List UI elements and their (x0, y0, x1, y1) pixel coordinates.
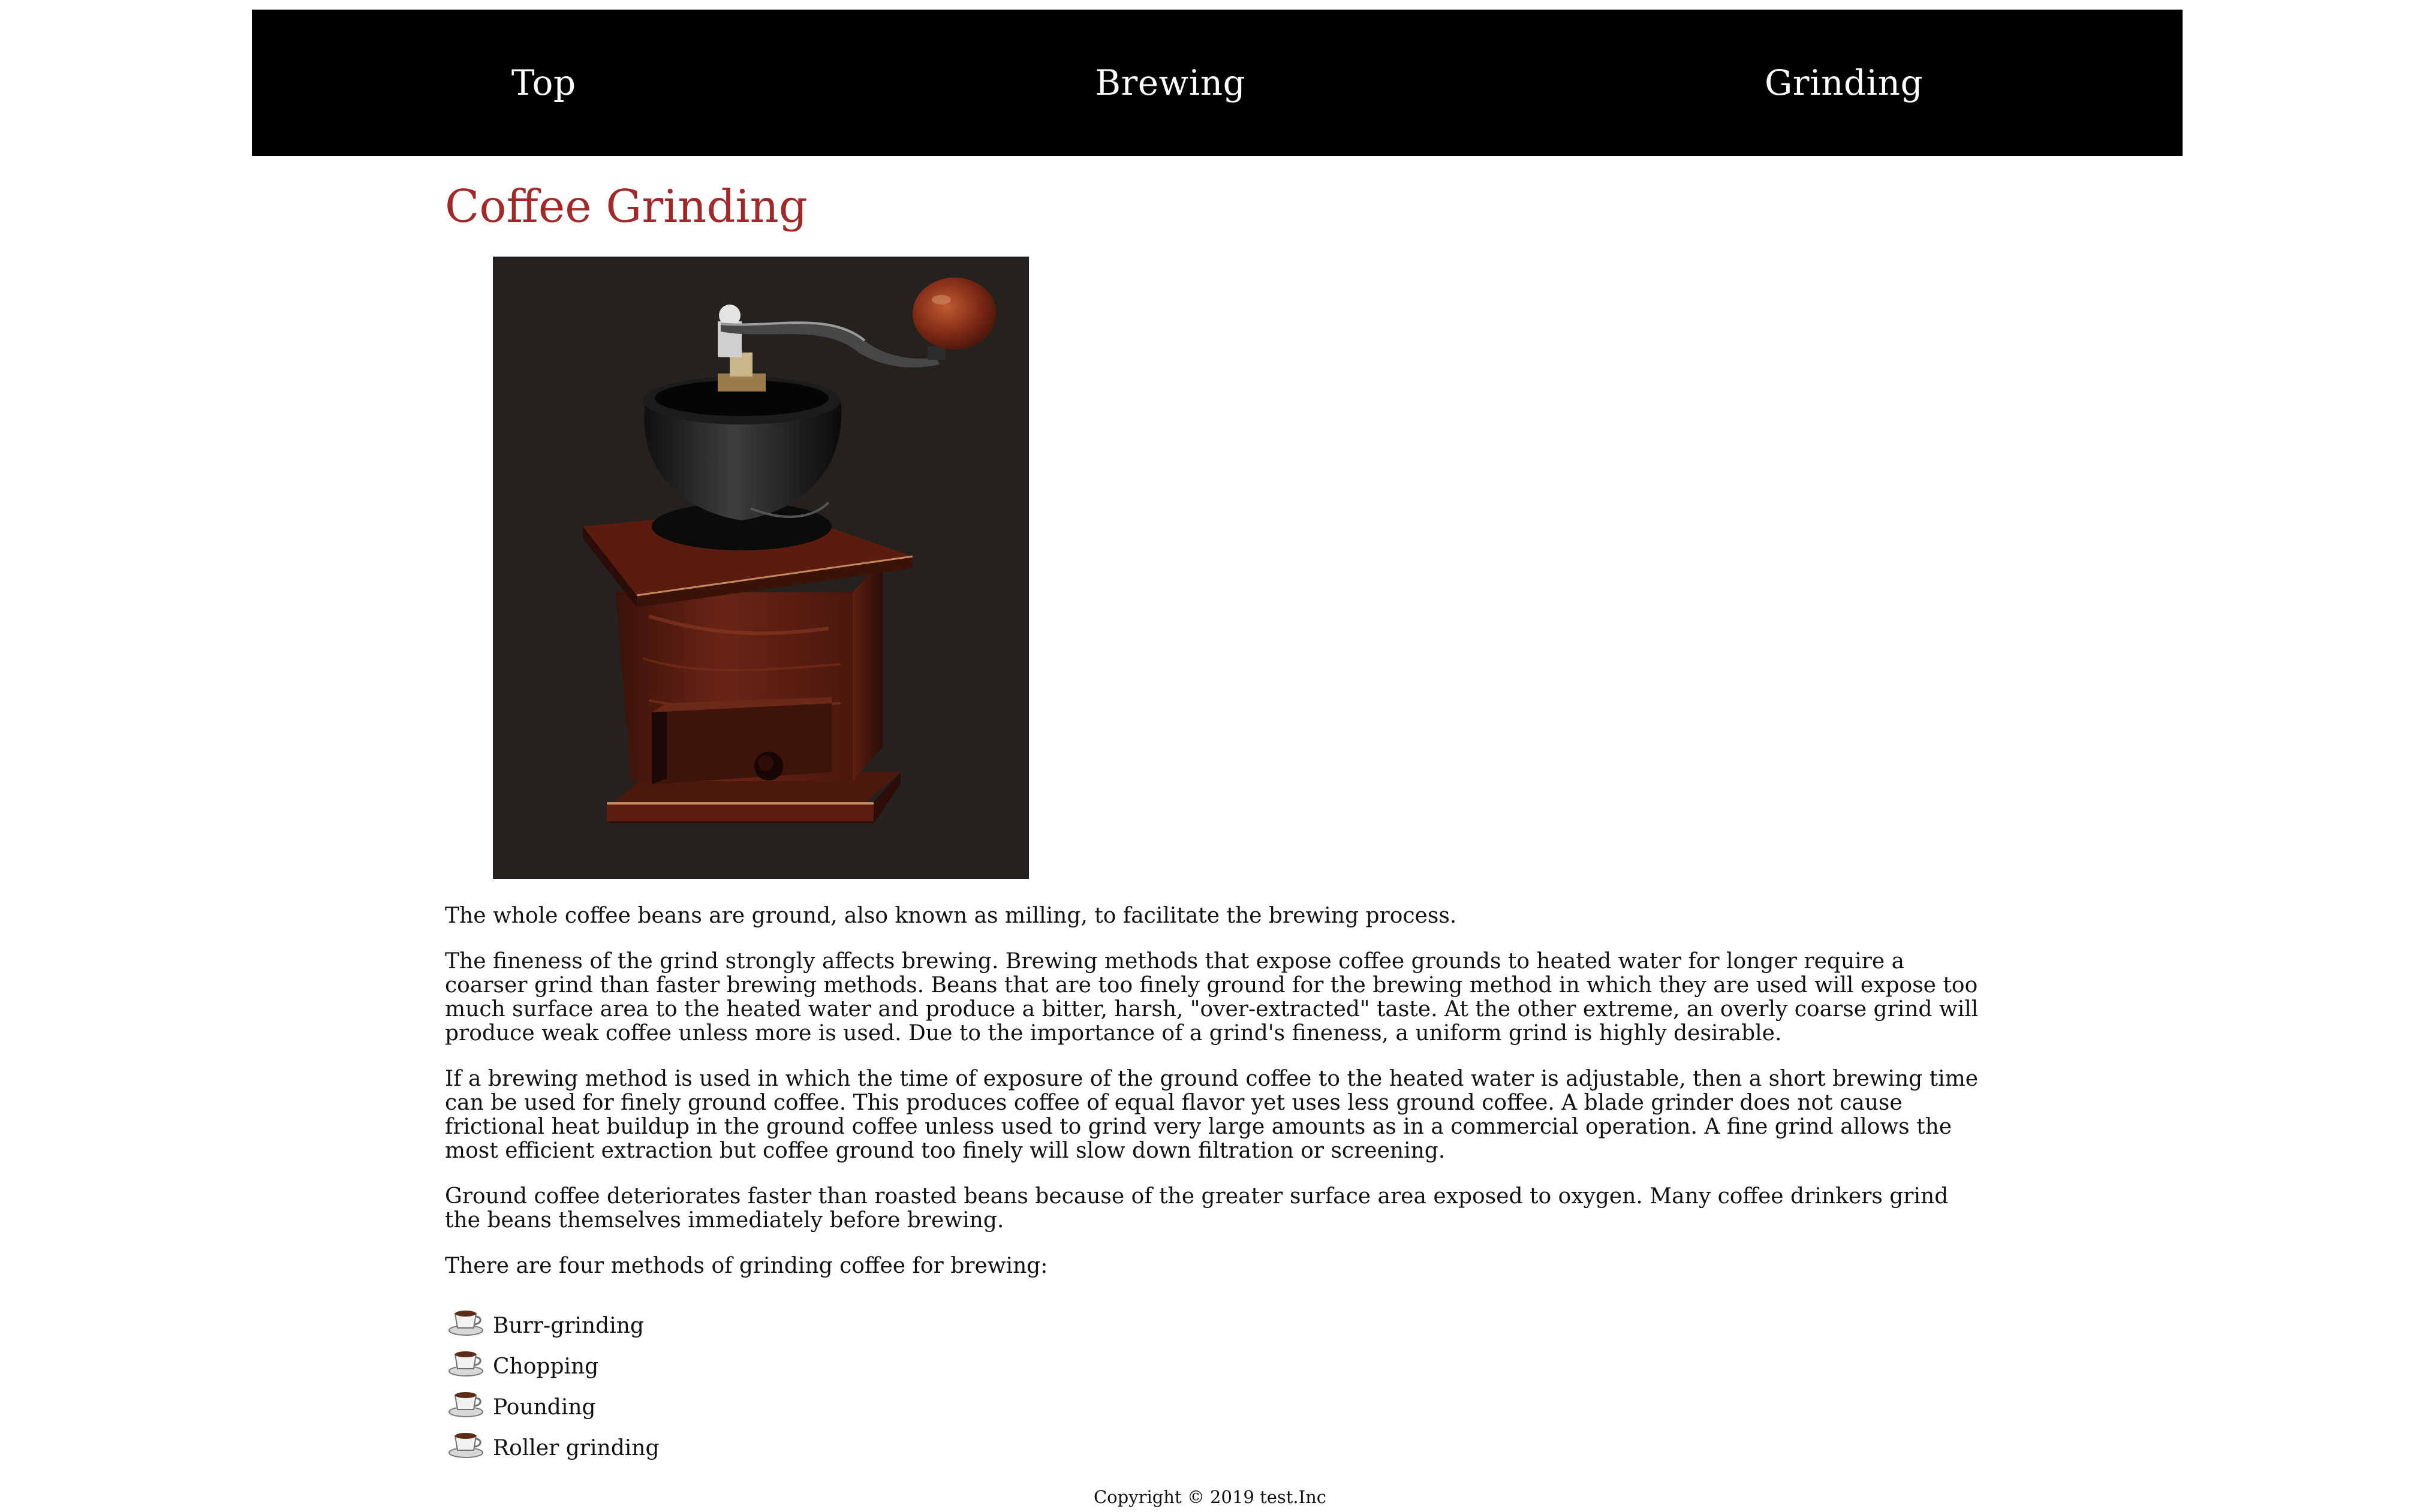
page-title: Coffee Grinding (445, 180, 808, 233)
nav-link-top[interactable]: Top (511, 62, 576, 103)
list-item: Roller grinding (445, 1420, 1981, 1460)
list-item-label: Chopping (493, 1354, 599, 1379)
list-item-label: Burr-grinding (493, 1314, 644, 1338)
page: Top Brewing Grinding Coffee Grinding The… (0, 0, 2420, 1512)
list-item-label: Roller grinding (493, 1436, 660, 1460)
paragraph: Ground coffee deteriorates faster than r… (445, 1184, 1949, 1233)
grinding-methods-list: Burr-grinding Chopping Pounding Roller g… (445, 1297, 1981, 1460)
list-item: Chopping (445, 1338, 1981, 1379)
coffee-grinder-image (493, 257, 1029, 879)
coffee-cup-icon (445, 1426, 487, 1460)
list-item-label: Pounding (493, 1395, 596, 1420)
coffee-cup-icon (445, 1303, 487, 1338)
paragraph: There are four methods of grinding coffe… (445, 1254, 1048, 1278)
list-item: Burr-grinding (445, 1297, 1981, 1338)
paragraph: If a brewing method is used in which the… (445, 1067, 1979, 1163)
paragraph: The whole coffee beans are ground, also … (445, 903, 1457, 928)
paragraph: The fineness of the grind strongly affec… (445, 949, 1979, 1046)
coffee-cup-icon (445, 1344, 487, 1379)
coffee-cup-icon (445, 1385, 487, 1420)
footer: Copyright © 2019 test.Inc (0, 1487, 2420, 1507)
nav-link-grinding[interactable]: Grinding (1765, 62, 1923, 103)
nav-link-brewing[interactable]: Brewing (1095, 62, 1245, 103)
main-content: Coffee Grinding The whole coffee beans a… (445, 180, 1981, 1460)
list-item: Pounding (445, 1379, 1981, 1420)
top-navigation: Top Brewing Grinding (252, 10, 2183, 156)
copyright-text: Copyright © 2019 test.Inc (1093, 1487, 1327, 1507)
